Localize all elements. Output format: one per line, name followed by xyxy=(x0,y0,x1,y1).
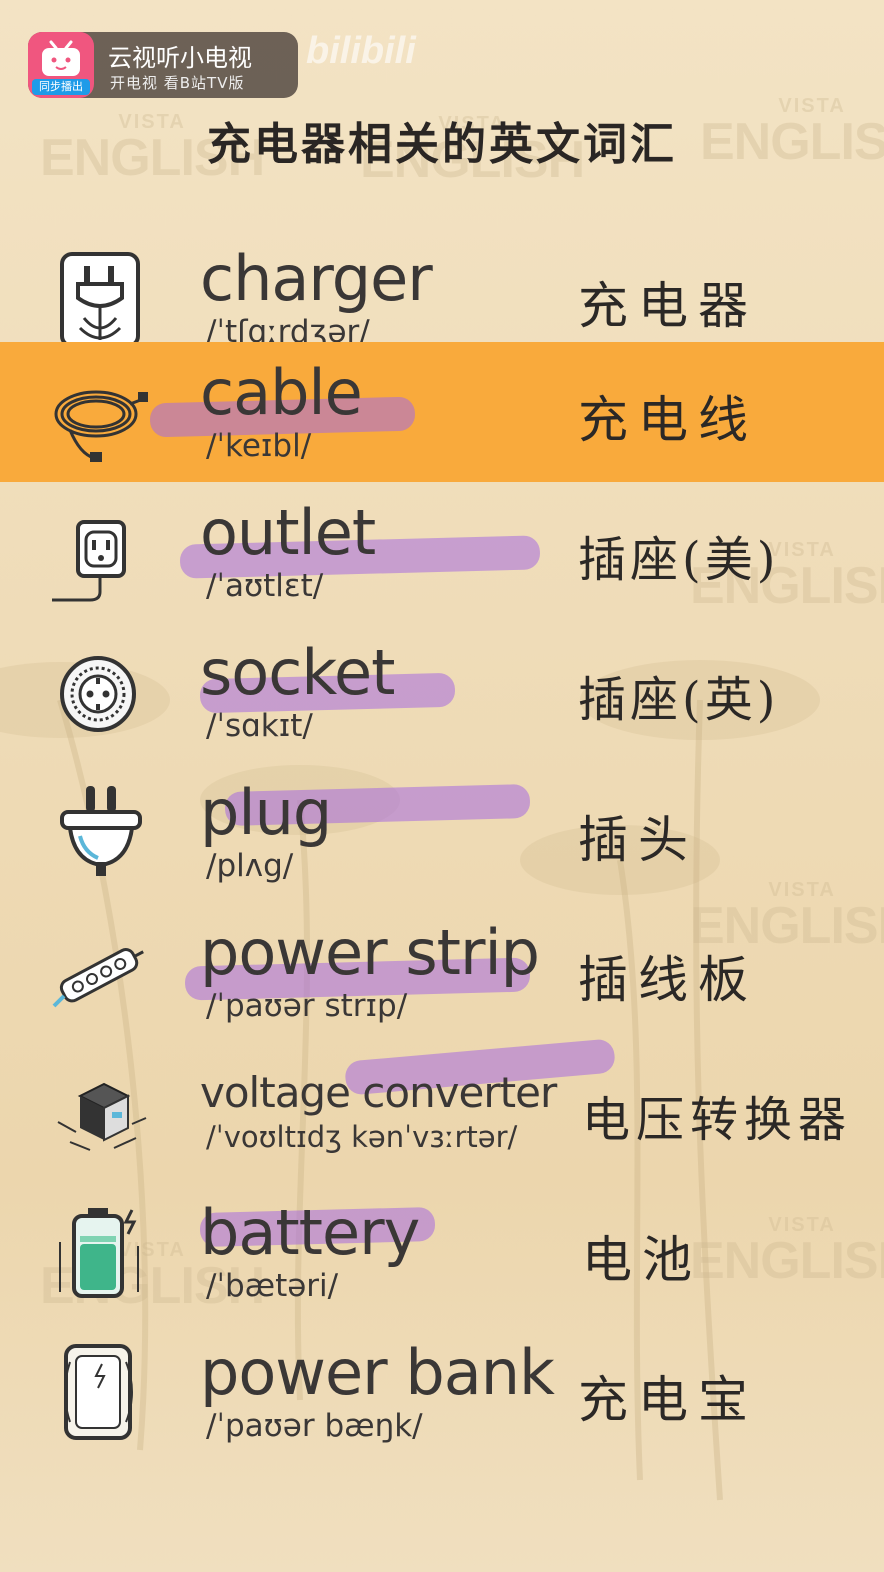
bilibili-watermark: bilibili xyxy=(306,30,416,72)
app-subtitle: 开电视 看B站TV版 xyxy=(110,74,245,92)
vocab-ipa: /ˈpaʊər strɪp/ xyxy=(206,988,408,1024)
battery-icon xyxy=(50,1202,150,1302)
vocab-word: battery xyxy=(200,1196,420,1269)
vocab-ipa: /ˈsɑkɪt/ xyxy=(206,708,313,744)
power-strip-icon xyxy=(50,922,150,1022)
charger-icon xyxy=(50,248,150,348)
app-logo: 同步播出 xyxy=(28,32,94,98)
vocab-word: power strip xyxy=(200,916,540,989)
vocab-translation: 充电宝 xyxy=(578,1371,758,1429)
vocab-translation: 电池 xyxy=(582,1231,702,1289)
tv-face-icon xyxy=(42,40,80,76)
vocab-translation: 插座(英) xyxy=(578,672,780,728)
cable-icon xyxy=(50,364,150,464)
vocab-ipa: /plʌg/ xyxy=(206,848,294,884)
vocab-translation: 充电器 xyxy=(578,277,758,335)
vocab-row-cable: cable /ˈkeɪbl/ 充电线 xyxy=(0,342,884,482)
app-badge[interactable]: 同步播出 云视听小电视 开电视 看B站TV版 xyxy=(28,32,298,98)
vocab-row-outlet: outlet /ˈaʊtlɛt/ 插座(美) xyxy=(0,482,884,622)
vocab-translation: 插线板 xyxy=(578,951,758,1009)
vocab-row-power-bank: power bank /ˈpaʊər bæŋk/ 充电宝 xyxy=(0,1322,884,1462)
plug-icon xyxy=(50,782,150,882)
socket-icon xyxy=(50,642,150,742)
vocab-ipa: /ˈbætəri/ xyxy=(206,1268,339,1304)
vocab-translation: 插头 xyxy=(578,811,698,869)
vocab-ipa: /ˈaʊtlɛt/ xyxy=(206,568,324,604)
vocab-row-power-strip: power strip /ˈpaʊər strɪp/ 插线板 xyxy=(0,902,884,1042)
vocab-word: voltage converter xyxy=(200,1068,557,1117)
vocab-word: outlet xyxy=(200,496,376,569)
vocab-ipa: /ˈvoʊltɪdʒ kənˈvɜːrtər/ xyxy=(206,1120,518,1154)
vocab-ipa: /ˈpaʊər bæŋk/ xyxy=(206,1408,423,1444)
sync-badge: 同步播出 xyxy=(32,79,90,95)
voltage-converter-icon xyxy=(50,1062,150,1162)
vocab-word: cable xyxy=(200,356,363,429)
vocab-word: power bank xyxy=(200,1336,555,1409)
vocab-row-battery: battery /ˈbætəri/ 电池 xyxy=(0,1182,884,1322)
vocab-word: charger xyxy=(200,242,433,315)
power-bank-icon xyxy=(50,1342,150,1442)
vocab-translation: 充电线 xyxy=(578,391,758,449)
vocab-ipa: /ˈkeɪbl/ xyxy=(206,428,312,464)
vocab-row-socket: socket /ˈsɑkɪt/ 插座(英) xyxy=(0,622,884,762)
app-name: 云视听小电视 xyxy=(108,44,252,72)
page-title: 充电器相关的英文词汇 xyxy=(207,119,677,170)
vocab-translation: 插座(美) xyxy=(578,532,780,588)
vocab-row-voltage-converter: voltage converter /ˈvoʊltɪdʒ kənˈvɜːrtər… xyxy=(0,1038,884,1182)
vocab-word: socket xyxy=(200,636,395,709)
vocab-word: plug xyxy=(200,776,332,849)
vocab-translation: 电压转换器 xyxy=(582,1092,853,1148)
outlet-icon xyxy=(50,502,150,602)
vocab-row-plug: plug /plʌg/ 插头 xyxy=(0,762,884,902)
